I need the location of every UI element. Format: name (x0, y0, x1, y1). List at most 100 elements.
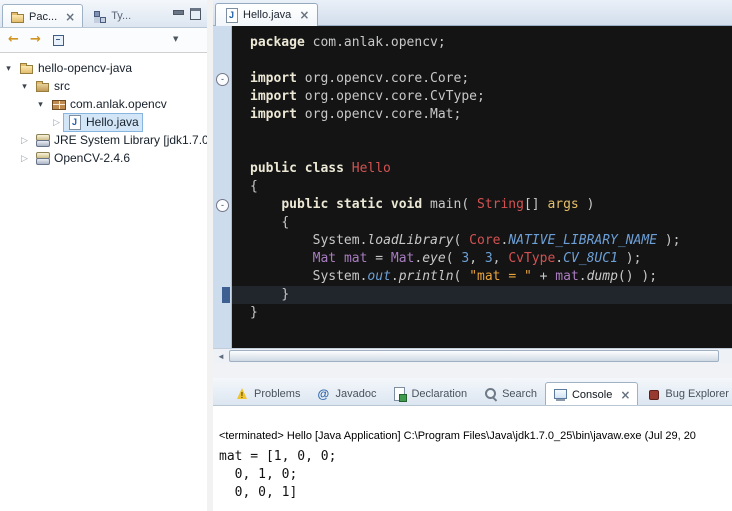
code-token: "mat = " (469, 269, 532, 284)
code-line[interactable] (250, 142, 732, 160)
fold-collapse-icon[interactable]: - (216, 73, 229, 86)
tree-item-label: hello-opencv-java (38, 61, 132, 75)
tab-ty[interactable]: Ty... (84, 4, 139, 27)
code-line[interactable]: Mat mat = Mat.eye( 3, 3, CvType.CV_8UC1 … (250, 250, 732, 268)
console-line: 0, 1, 0; (219, 466, 732, 484)
collapse-all-icon[interactable] (50, 31, 68, 49)
code-line[interactable]: } (232, 286, 732, 304)
tab-console[interactable]: Console (545, 382, 638, 406)
fold-collapse-icon[interactable]: - (216, 199, 229, 212)
console-output[interactable]: mat = [1, 0, 0; 0, 1, 0; 0, 0, 1] (219, 448, 732, 502)
scrollbar-track[interactable] (229, 349, 732, 363)
code-token: mat (344, 251, 367, 266)
right-area: Hello.java -- package com.anlak.opencv;i… (213, 0, 732, 511)
tree-item-hello-opencv-java[interactable]: ▾ hello-opencv-java (0, 59, 207, 77)
tree-item-src[interactable]: ▾ src (0, 77, 207, 95)
code-token: eye (422, 251, 445, 266)
tab-problems[interactable]: Problems (227, 382, 308, 405)
expander-icon[interactable]: ▷ (50, 117, 63, 128)
code-token: public static void (281, 197, 422, 212)
editor-tabbar: Hello.java (213, 0, 732, 26)
tree-item-opencv-2-4-6[interactable]: ▷OpenCV-2.4.6 (0, 149, 207, 167)
java-file-icon (67, 115, 82, 129)
tab-label: Ty... (111, 10, 131, 22)
type-hierarchy-icon (92, 9, 107, 23)
bottom-tabbar: Problems JavadocDeclarationSearchConsole B… (213, 378, 732, 406)
view-window-buttons (171, 7, 205, 20)
code-token: } (281, 287, 289, 302)
tab-search[interactable]: Search (475, 382, 545, 405)
java-file-icon (224, 8, 239, 22)
package-explorer-panel: Pac... Ty... ▾ hello-opencv-java ▾ src ▾com.a… (0, 0, 207, 511)
link-with-editor-icon[interactable] (72, 31, 90, 49)
console-line: 0, 0, 1] (219, 484, 732, 502)
code-token: CV_8UC1 (563, 251, 618, 266)
tab-pac[interactable]: Pac... (2, 4, 83, 28)
view-menu-icon[interactable] (169, 31, 187, 49)
code-token: Core (469, 233, 500, 248)
code-token: org.opencv.core.CvType; (297, 89, 485, 104)
annotation-ruler[interactable]: -- (213, 26, 232, 348)
code-token: { (281, 215, 289, 230)
code-token: System. (313, 269, 368, 284)
code-token: . (391, 269, 399, 284)
code-line[interactable]: { (250, 178, 732, 196)
tab-label: Bug Explorer (665, 388, 729, 400)
scroll-left-icon[interactable] (213, 350, 229, 363)
code-token: String (477, 197, 524, 212)
code-token: import (250, 89, 297, 104)
code-line[interactable]: public class Hello (250, 160, 732, 178)
code-token: package (250, 35, 305, 50)
tab-declaration[interactable]: Declaration (384, 382, 475, 405)
code-line[interactable]: import org.opencv.core.Core; (250, 70, 732, 88)
code-token: org.opencv.core.Mat; (297, 107, 461, 122)
tab-javadoc[interactable]: Javadoc (308, 382, 384, 405)
expander-icon[interactable]: ▾ (34, 99, 47, 110)
forward-icon[interactable] (28, 31, 46, 49)
code-line[interactable]: import org.opencv.core.CvType; (250, 88, 732, 106)
tab-bug-explorer[interactable]: Bug Explorer (638, 382, 732, 405)
maximize-view-icon[interactable] (188, 7, 203, 20)
code-line[interactable] (250, 52, 732, 70)
tree-item-label: Hello.java (86, 115, 139, 129)
tree-item-hello-java[interactable]: ▷ Hello.java (0, 113, 207, 131)
tab-hello-java[interactable]: Hello.java (215, 3, 318, 26)
close-icon[interactable] (65, 11, 75, 23)
code-line[interactable]: { (250, 214, 732, 232)
code-line[interactable]: import org.opencv.core.Mat; (250, 106, 732, 124)
code-area[interactable]: package com.anlak.opencv; import org.open… (232, 26, 732, 348)
console-view: <terminated> Hello [Java Application] C:… (213, 406, 732, 511)
code-token: 3 (485, 251, 493, 266)
package-icon (51, 97, 66, 111)
horizontal-sash[interactable] (213, 363, 732, 378)
code-token: println (399, 269, 454, 284)
code-line[interactable]: public static void main( String[] args ) (250, 196, 732, 214)
tab-label: Problems (254, 388, 300, 400)
code-line[interactable]: System.loadLibrary( Core.NATIVE_LIBRARY_… (250, 232, 732, 250)
code-token: com.anlak.opencv; (305, 35, 446, 50)
close-icon[interactable] (299, 9, 309, 21)
code-line[interactable] (250, 124, 732, 142)
code-line[interactable]: package com.anlak.opencv; (250, 34, 732, 52)
back-icon[interactable] (6, 31, 24, 49)
tree-item-label: src (54, 79, 70, 93)
minimize-view-icon[interactable] (171, 7, 186, 20)
expander-icon[interactable]: ▾ (18, 81, 31, 92)
code-line[interactable]: } (250, 304, 732, 322)
code-token: , (493, 251, 509, 266)
expander-icon[interactable]: ▷ (18, 135, 31, 146)
close-icon[interactable] (620, 389, 630, 401)
expander-icon[interactable]: ▾ (2, 63, 15, 74)
editor-area: Hello.java -- package com.anlak.opencv;i… (213, 0, 732, 363)
code-token: CvType (508, 251, 555, 266)
code-line[interactable]: System.out.println( "mat = " + mat.dump(… (250, 268, 732, 286)
code-token: [] (524, 197, 547, 212)
editor-hscrollbar[interactable] (213, 348, 732, 363)
code-token: ); (657, 233, 680, 248)
code-token: { (250, 179, 258, 194)
tree-item-jre-system-library-jdk1-7-0[interactable]: ▷JRE System Library [jdk1.7.0 (0, 131, 207, 149)
code-token (336, 251, 344, 266)
expander-icon[interactable]: ▷ (18, 153, 31, 164)
scrollbar-thumb[interactable] (229, 350, 719, 362)
tree-item-com-anlak-opencv[interactable]: ▾com.anlak.opencv (0, 95, 207, 113)
